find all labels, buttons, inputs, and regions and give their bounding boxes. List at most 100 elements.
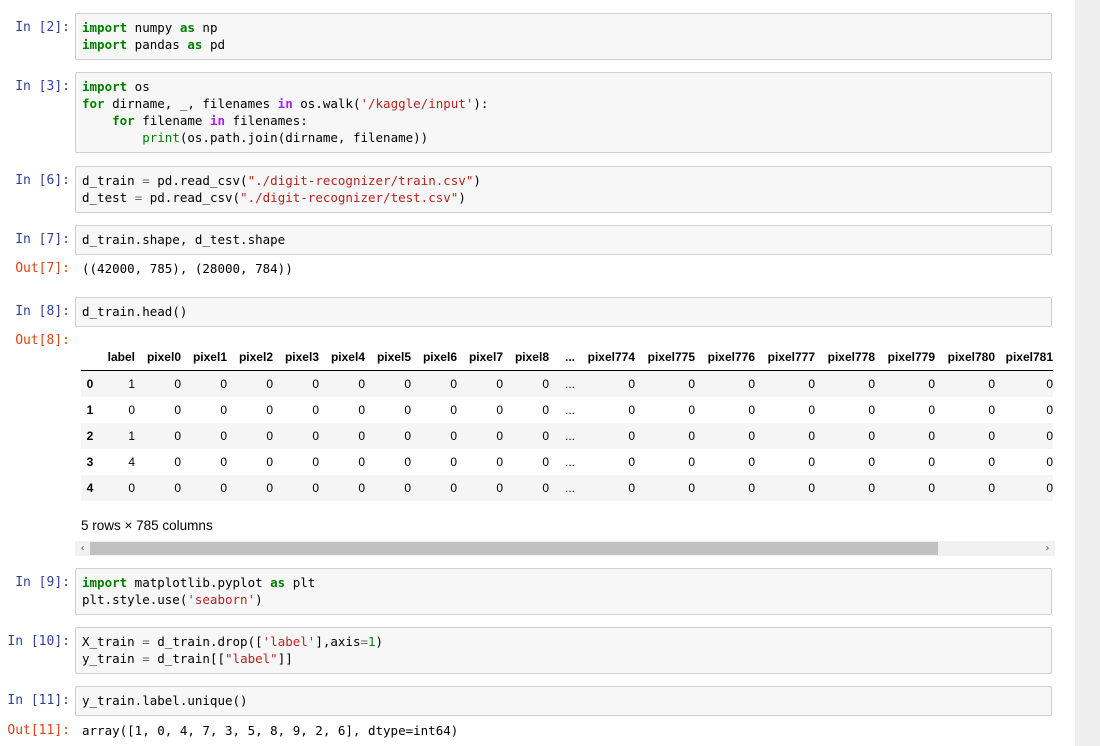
table-cell: 0 <box>748 429 755 443</box>
table-cell: 0 <box>868 403 875 417</box>
table-cell: 4 <box>128 455 135 469</box>
table-cell: 0 <box>404 377 411 391</box>
table-cell: 0 <box>358 403 365 417</box>
table-cell: 0 <box>266 403 273 417</box>
code-input[interactable]: d_train = pd.read_csv("./digit-recognize… <box>75 166 1052 213</box>
table-cell: 0 <box>266 455 273 469</box>
table-cell: 0 <box>928 455 935 469</box>
table-row: 3 4 0 0 0 0 0 0 0 0 0... 0 0 0 0 0 0 0 0 <box>81 449 1053 475</box>
code-line: X_train = d_train.drop(['label'],axis=1) <box>82 634 384 649</box>
table-cell: ... <box>564 429 575 443</box>
table-cell: 0 <box>358 481 365 495</box>
table-cell: 0 <box>542 403 549 417</box>
table-cell: 0 <box>1046 377 1053 391</box>
table-cell: 0 <box>748 455 755 469</box>
column-header: pixel779 <box>875 344 935 371</box>
page-vertical-scrollbar[interactable] <box>1075 0 1100 746</box>
table-cell: 0 <box>868 377 875 391</box>
input-prompt: In [2]: <box>15 20 70 35</box>
code-line: for dirname, _, filenames in os.walk('/k… <box>82 96 489 111</box>
table-cell: 0 <box>496 429 503 443</box>
table-cell: 0 <box>808 455 815 469</box>
table-cell: ... <box>564 455 575 469</box>
column-header: pixel5 <box>365 344 411 371</box>
table-cell: 0 <box>868 481 875 495</box>
table-cell: 0 <box>174 377 181 391</box>
table-row: 1 0 0 0 0 0 0 0 0 0 0... 0 0 0 0 0 0 0 0 <box>81 397 1053 423</box>
input-prompt: In [10]: <box>7 634 70 649</box>
table-cell: 0 <box>542 481 549 495</box>
table-cell: 0 <box>220 429 227 443</box>
row-index: 3 <box>86 455 94 469</box>
input-prompt: In [8]: <box>15 304 70 319</box>
table-cell: 0 <box>404 403 411 417</box>
code-input[interactable]: d_train.head() <box>75 297 1052 327</box>
table-cell: 0 <box>312 481 319 495</box>
table-cell: 0 <box>928 481 935 495</box>
scrollbar-thumb[interactable] <box>90 542 938 555</box>
table-cell: 0 <box>404 481 411 495</box>
table-cell: 0 <box>628 455 635 469</box>
table-cell: 0 <box>496 481 503 495</box>
row-index: 1 <box>86 403 94 417</box>
code-input[interactable]: import numpy as np import pandas as pd <box>75 13 1052 60</box>
table-cell: 0 <box>358 377 365 391</box>
code-input[interactable]: import os for dirname, _, filenames in o… <box>75 72 1052 153</box>
horizontal-scrollbar[interactable]: ‹ › <box>75 541 1055 556</box>
code-input[interactable]: X_train = d_train.drop(['label'],axis=1)… <box>75 627 1052 674</box>
table-cell: 0 <box>496 455 503 469</box>
table-cell: 0 <box>174 455 181 469</box>
table-cell: 0 <box>688 455 695 469</box>
scroll-left-icon[interactable]: ‹ <box>75 541 90 556</box>
output-prompt: Out[8]: <box>15 333 70 348</box>
table-cell: 0 <box>496 377 503 391</box>
table-cell: 0 <box>220 377 227 391</box>
output-prompt: Out[7]: <box>15 261 70 276</box>
code-line: d_train = pd.read_csv("./digit-recognize… <box>82 173 481 188</box>
code-input[interactable]: y_train.label.unique() <box>75 686 1052 716</box>
code-line: d_train.head() <box>82 304 188 319</box>
table-cell: 0 <box>220 481 227 495</box>
input-prompt: In [7]: <box>15 232 70 247</box>
code-line: import matplotlib.pyplot as plt <box>82 575 316 590</box>
code-line: y_train.label.unique() <box>82 693 248 708</box>
code-input[interactable]: import matplotlib.pyplot as plt plt.styl… <box>75 568 1052 615</box>
column-header: pixel1 <box>181 344 227 371</box>
table-cell: 0 <box>174 429 181 443</box>
table-header-row: label pixel0 pixel1 pixel2 pixel3 pixel4 pixel… <box>81 344 1053 371</box>
row-index: 0 <box>86 377 94 391</box>
code-line: import os <box>82 79 150 94</box>
table-cell: 0 <box>450 481 457 495</box>
output-text: ((42000, 785), (28000, 784)) <box>82 261 293 276</box>
column-header: pixel8 <box>503 344 549 371</box>
table-cell: 0 <box>868 429 875 443</box>
table-cell: 1 <box>128 429 135 443</box>
table-cell: 0 <box>1046 455 1053 469</box>
table-cell: 1 <box>128 377 135 391</box>
table-cell: 0 <box>748 481 755 495</box>
table-cell: 0 <box>988 377 995 391</box>
code-input[interactable]: d_train.shape, d_test.shape <box>75 225 1052 255</box>
table-cell: 0 <box>496 403 503 417</box>
column-header: pixel2 <box>227 344 273 371</box>
input-prompt: In [6]: <box>15 173 70 188</box>
column-header: ... <box>549 344 575 371</box>
column-header: pixel4 <box>319 344 365 371</box>
table-cell: 0 <box>808 403 815 417</box>
column-header <box>81 344 99 371</box>
table-cell: 0 <box>542 429 549 443</box>
row-count-text: 5 rows × 785 columns <box>81 518 213 533</box>
table-cell: 0 <box>808 377 815 391</box>
table-cell: 0 <box>688 403 695 417</box>
table-cell: 0 <box>220 403 227 417</box>
column-header: pixel775 <box>635 344 695 371</box>
table-cell: 0 <box>628 377 635 391</box>
table-cell: 0 <box>988 403 995 417</box>
table-cell: 0 <box>358 429 365 443</box>
table-cell: 0 <box>220 455 227 469</box>
table-cell: 0 <box>928 377 935 391</box>
column-header: label <box>99 344 135 371</box>
scroll-right-icon[interactable]: › <box>1040 541 1055 556</box>
table-cell: 0 <box>174 481 181 495</box>
table-cell: 0 <box>628 403 635 417</box>
